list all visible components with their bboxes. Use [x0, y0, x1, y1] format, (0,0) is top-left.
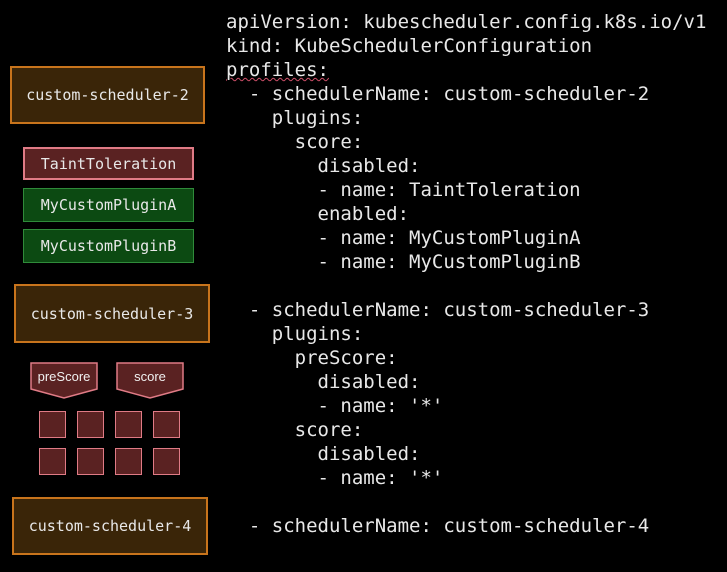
code-line: score: [226, 419, 364, 441]
code-line: disabled: [226, 371, 421, 393]
my-custom-plugin-b-box: MyCustomPluginB [23, 229, 194, 263]
code-line: - name: TaintToleration [226, 179, 581, 201]
prescore-extension-point: preScore [30, 362, 98, 400]
code-line: - schedulerName: custom-scheduler-2 [226, 83, 650, 105]
profiles-key: profiles: [226, 59, 329, 81]
code-line: plugins: [226, 323, 364, 345]
code-line: profiles: [226, 58, 706, 82]
score-label: score [134, 368, 166, 384]
code-line: - schedulerName: custom-scheduler-3 [226, 299, 650, 321]
code-line: kind: KubeSchedulerConfiguration [226, 35, 593, 57]
disabled-plugin-square [39, 411, 66, 438]
disabled-plugin-square [115, 411, 142, 438]
code-line: preScore: [226, 347, 398, 369]
disabled-plugin-square [115, 448, 142, 475]
code-line: disabled: [226, 443, 421, 465]
code-line: - name: MyCustomPluginA [226, 227, 581, 249]
code-line: - name: '*' [226, 467, 444, 489]
code-line: disabled: [226, 155, 421, 177]
disabled-plugin-square [77, 448, 104, 475]
disabled-plugin-square [153, 411, 180, 438]
code-line: enabled: [226, 203, 410, 225]
code-line: - name: '*' [226, 395, 444, 417]
my-custom-plugin-a-box: MyCustomPluginA [23, 188, 194, 222]
disabled-plugin-square [39, 448, 66, 475]
code-line: plugins: [226, 107, 364, 129]
score-extension-point: score [116, 362, 184, 400]
custom-scheduler-2-box: custom-scheduler-2 [10, 66, 205, 124]
disabled-plugin-square [77, 411, 104, 438]
yaml-config-code: apiVersion: kubescheduler.config.k8s.io/… [226, 10, 706, 538]
code-line: score: [226, 131, 364, 153]
prescore-label: preScore [37, 368, 91, 384]
custom-scheduler-3-box: custom-scheduler-3 [14, 284, 210, 343]
code-line: apiVersion: kubescheduler.config.k8s.io/… [226, 11, 707, 33]
disabled-plugin-square [153, 448, 180, 475]
code-line: - schedulerName: custom-scheduler-4 [226, 515, 650, 537]
taint-toleration-plugin-box: TaintToleration [23, 147, 194, 180]
custom-scheduler-4-box: custom-scheduler-4 [12, 497, 208, 555]
code-line: - name: MyCustomPluginB [226, 251, 581, 273]
